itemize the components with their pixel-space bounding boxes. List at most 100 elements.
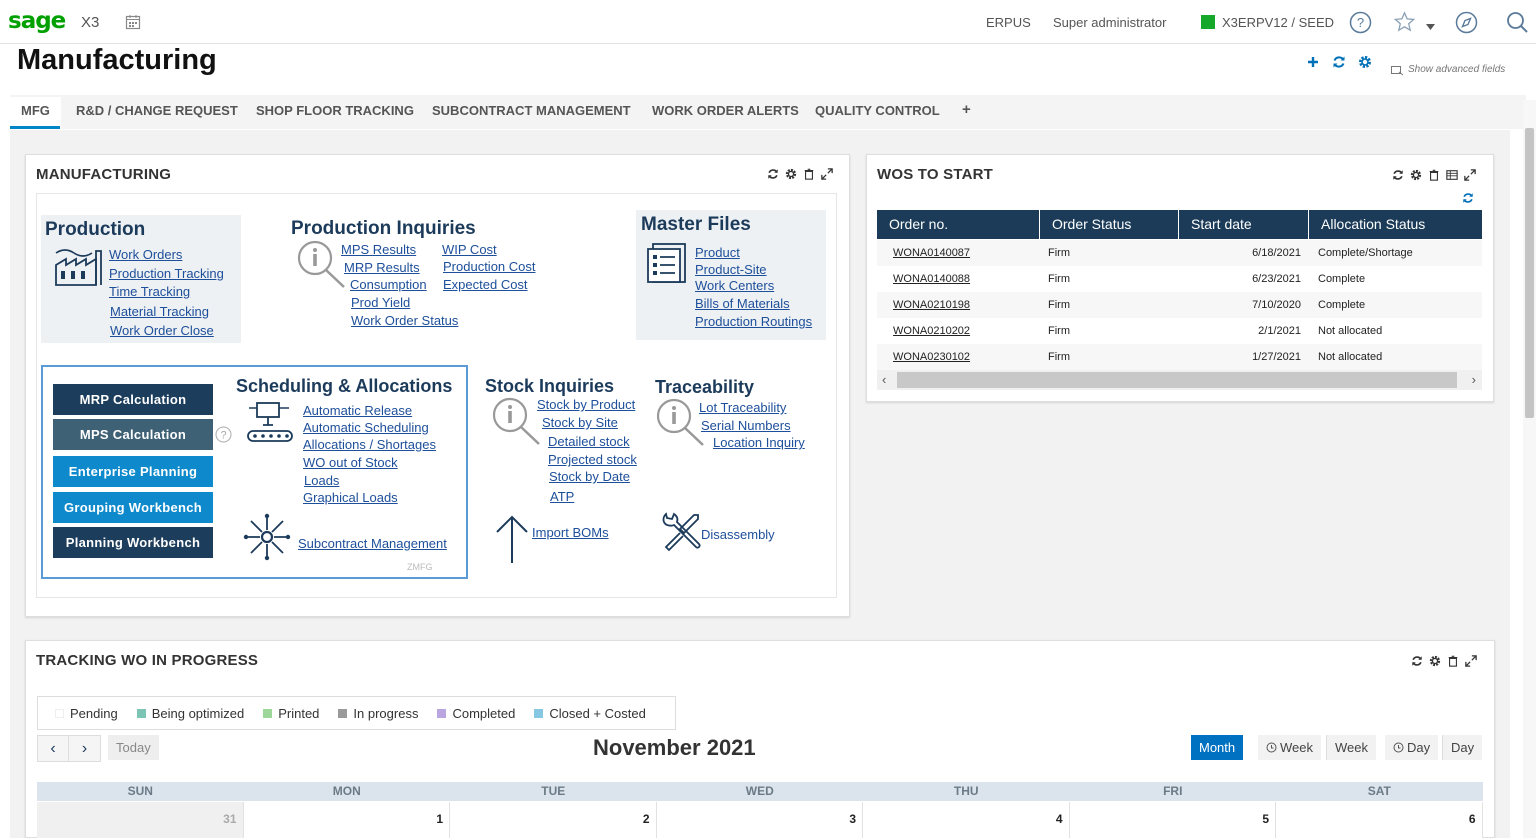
add-tab-button[interactable]: +	[962, 101, 971, 118]
order-no-cell[interactable]: WONA0140088	[893, 273, 970, 285]
sage-logo[interactable]: sage	[8, 8, 66, 34]
import-boms-link[interactable]: Import BOMs	[532, 525, 609, 540]
settings-gear-icon[interactable]	[785, 168, 797, 180]
refresh-icon[interactable]	[1411, 655, 1423, 667]
day-cell[interactable]: 31	[37, 802, 244, 838]
work-order-close-link[interactable]: Work Order Close	[110, 323, 214, 338]
tab-work-order-alerts[interactable]: WORK ORDER ALERTS	[652, 103, 799, 118]
endpoint-label[interactable]: ERPUS	[986, 15, 1031, 30]
mrp-results-link[interactable]: MRP Results	[344, 260, 420, 275]
work-order-status-link[interactable]: Work Order Status	[351, 313, 458, 328]
day-cell[interactable]: 2	[450, 802, 657, 838]
order-no-cell[interactable]: WONA0230102	[893, 351, 970, 363]
expand-icon[interactable]	[1465, 655, 1477, 667]
day-cell[interactable]: 3	[656, 802, 863, 838]
advanced-fields-icon[interactable]	[1391, 66, 1404, 76]
scroll-right-icon[interactable]: ›	[1472, 372, 1476, 387]
settings-gear-icon[interactable]	[1358, 55, 1372, 69]
day-cell[interactable]: 1	[243, 802, 450, 838]
lot-traceability-link[interactable]: Lot Traceability	[699, 400, 786, 415]
page-scrollbar[interactable]	[1523, 100, 1536, 838]
day-cell[interactable]: 6	[1276, 802, 1483, 838]
chevron-down-icon[interactable]	[1426, 24, 1435, 30]
expand-icon[interactable]	[821, 168, 833, 180]
compass-icon[interactable]	[1455, 11, 1478, 34]
location-inquiry-link[interactable]: Location Inquiry	[713, 435, 805, 450]
month-view-button[interactable]: Month	[1191, 735, 1244, 760]
favorites-star-icon[interactable]	[1393, 11, 1416, 33]
automatic-scheduling-link[interactable]: Automatic Scheduling	[303, 420, 429, 435]
product-site-link[interactable]: Product-Site	[695, 262, 767, 277]
production-routings-link[interactable]: Production Routings	[695, 314, 812, 329]
serial-numbers-link[interactable]: Serial Numbers	[701, 418, 791, 433]
table-row[interactable]: WONA0210198 Firm 7/10/2020 Complete	[877, 292, 1482, 318]
refresh-icon[interactable]	[767, 168, 779, 180]
atp-link[interactable]: ATP	[550, 489, 574, 504]
mrp-calculation-button[interactable]: MRP Calculation	[53, 384, 213, 415]
refresh-icon[interactable]	[1392, 169, 1404, 181]
table-refresh-icon[interactable]	[1462, 192, 1474, 204]
week-timeline-view-button[interactable]: Week	[1258, 735, 1321, 760]
work-centers-link[interactable]: Work Centers	[695, 278, 774, 293]
col-header-order-status[interactable]: Order Status	[1040, 210, 1179, 239]
expected-cost-link[interactable]: Expected Cost	[443, 277, 528, 292]
tab-mfg[interactable]: MFG	[21, 103, 50, 118]
consumption-link[interactable]: Consumption	[350, 277, 427, 292]
wos-horizontal-scrollbar[interactable]: ‹ ›	[877, 370, 1482, 390]
projected-stock-link[interactable]: Projected stock	[548, 452, 637, 467]
production-tracking-link[interactable]: Production Tracking	[109, 266, 224, 281]
today-button[interactable]: Today	[108, 735, 159, 760]
user-label[interactable]: Super administrator	[1053, 15, 1166, 30]
help-circle-icon[interactable]: ?	[215, 426, 232, 443]
folder-label[interactable]: X3ERPV12 / SEED	[1222, 15, 1334, 30]
tab-quality-control[interactable]: QUALITY CONTROL	[815, 103, 940, 118]
grouping-workbench-button[interactable]: Grouping Workbench	[53, 492, 213, 523]
stock-by-date-link[interactable]: Stock by Date	[549, 469, 630, 484]
order-no-cell[interactable]: WONA0210198	[893, 299, 970, 311]
next-month-button[interactable]: ›	[69, 736, 100, 761]
add-icon[interactable]	[1306, 55, 1320, 69]
order-no-cell[interactable]: WONA0210202	[893, 325, 970, 337]
planning-workbench-button[interactable]: Planning Workbench	[53, 527, 213, 558]
production-cost-link[interactable]: Production Cost	[443, 259, 536, 274]
loads-link[interactable]: Loads	[304, 473, 339, 488]
col-header-allocation-status[interactable]: Allocation Status	[1309, 210, 1482, 239]
tab-rd-change-request[interactable]: R&D / CHANGE REQUEST	[76, 103, 238, 118]
product-link[interactable]: Product	[695, 245, 740, 260]
wo-out-of-stock-link[interactable]: WO out of Stock	[303, 455, 398, 470]
help-icon[interactable]: ?	[1349, 11, 1372, 34]
table-row[interactable]: WONA0140088 Firm 6/23/2021 Complete	[877, 266, 1482, 292]
settings-gear-icon[interactable]	[1410, 169, 1422, 181]
settings-gear-icon[interactable]	[1429, 655, 1441, 667]
table-row[interactable]: WONA0210202 Firm 2/1/2021 Not allocated	[877, 318, 1482, 344]
time-tracking-link[interactable]: Time Tracking	[109, 284, 190, 299]
subcontract-management-link[interactable]: Subcontract Management	[298, 536, 447, 551]
mps-results-link[interactable]: MPS Results	[341, 242, 416, 257]
table-row[interactable]: WONA0140087 Firm 6/18/2021 Complete/Shortag…	[877, 240, 1482, 266]
graphical-loads-link[interactable]: Graphical Loads	[303, 490, 398, 505]
tab-subcontract-management[interactable]: SUBCONTRACT MANAGEMENT	[432, 103, 631, 118]
trash-icon[interactable]	[1447, 655, 1459, 667]
automatic-release-link[interactable]: Automatic Release	[303, 403, 412, 418]
col-header-order-no[interactable]: Order no.	[877, 210, 1040, 239]
trash-icon[interactable]	[803, 168, 815, 180]
day-cell[interactable]: 4	[863, 802, 1070, 838]
expand-icon[interactable]	[1464, 169, 1476, 181]
table-view-icon[interactable]	[1446, 169, 1458, 181]
week-view-button[interactable]: Week	[1326, 735, 1376, 760]
day-view-button[interactable]: Day	[1442, 735, 1483, 760]
disassembly-link[interactable]: Disassembly	[701, 527, 775, 542]
mps-calculation-button[interactable]: MPS Calculation	[53, 419, 213, 450]
col-header-start-date[interactable]: Start date	[1179, 210, 1309, 239]
material-tracking-link[interactable]: Material Tracking	[110, 304, 209, 319]
refresh-icon[interactable]	[1332, 55, 1346, 69]
calendar-icon[interactable]	[125, 14, 141, 30]
stock-by-product-link[interactable]: Stock by Product	[537, 397, 635, 412]
trash-icon[interactable]	[1428, 169, 1440, 181]
order-no-cell[interactable]: WONA0140087	[893, 247, 970, 259]
scroll-left-icon[interactable]: ‹	[882, 372, 886, 387]
day-timeline-view-button[interactable]: Day	[1385, 735, 1439, 760]
allocations-shortages-link[interactable]: Allocations / Shortages	[303, 437, 436, 452]
wip-cost-link[interactable]: WIP Cost	[442, 242, 497, 257]
enterprise-planning-button[interactable]: Enterprise Planning	[53, 456, 213, 487]
